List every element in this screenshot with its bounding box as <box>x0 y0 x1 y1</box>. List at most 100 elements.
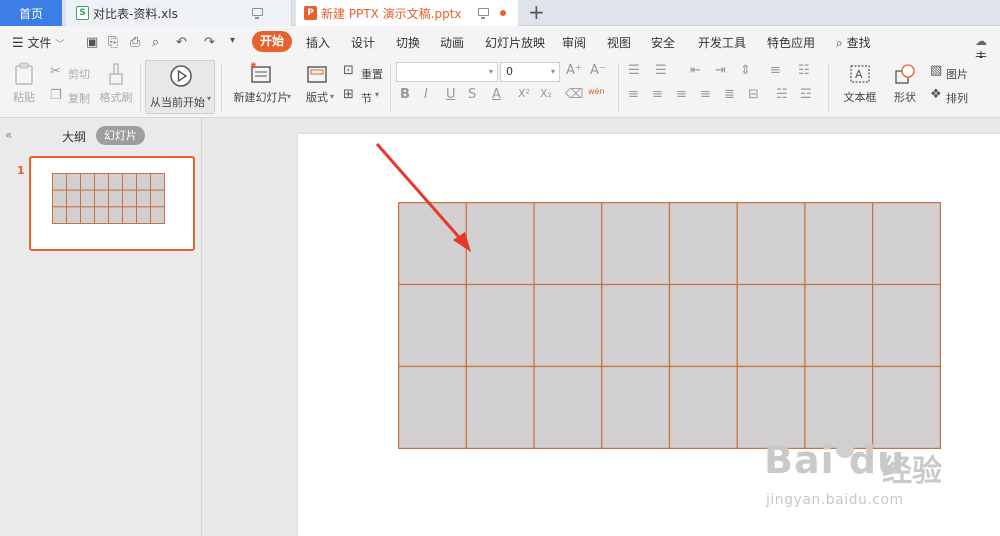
justify-icon[interactable]: ≡ <box>700 87 711 102</box>
table-cell[interactable] <box>533 202 603 286</box>
decrease-indent-icon[interactable]: ⇤ <box>690 63 701 78</box>
picture-button[interactable]: 图片 <box>946 66 968 82</box>
tab-presentation[interactable]: P 新建 PPTX 演示文稿.pptx <box>296 0 518 26</box>
play-from-current-button[interactable]: 从当前开始 ▾ <box>145 60 215 114</box>
table-cell[interactable] <box>398 283 467 368</box>
print-icon[interactable]: ⎙ <box>130 35 140 50</box>
table-cell[interactable] <box>150 206 165 224</box>
menu-design[interactable]: 设计 <box>351 34 375 51</box>
subscript-icon[interactable]: X₂ <box>540 87 552 100</box>
align-center-icon[interactable]: ≡ <box>652 87 663 102</box>
print-preview-icon[interactable]: ⌕ <box>152 35 159 50</box>
font-size-select[interactable]: 0 ▾ <box>500 62 560 82</box>
new-tab-button[interactable]: + <box>528 1 545 23</box>
table-cell[interactable] <box>80 173 95 191</box>
save-icon[interactable]: ▣ <box>86 35 98 50</box>
table-cell[interactable] <box>66 189 81 208</box>
bullet-list-icon[interactable]: ☰ <box>628 63 640 78</box>
section-button[interactable]: 节 <box>361 90 372 106</box>
monitor-icon[interactable] <box>478 8 489 19</box>
table-cell[interactable] <box>533 365 603 449</box>
menu-start[interactable]: 开始 <box>252 31 292 52</box>
table-cell[interactable] <box>136 206 151 224</box>
format-painter-button[interactable]: 格式刷 <box>98 62 134 105</box>
table-cell[interactable] <box>668 202 738 286</box>
table-cell[interactable] <box>94 173 109 191</box>
tab-spreadsheet[interactable]: S 对比表-资料.xls <box>66 0 292 26</box>
table-cell[interactable] <box>80 189 95 208</box>
menu-insert[interactable]: 插入 <box>306 34 330 51</box>
table-cell[interactable] <box>872 283 941 368</box>
table-cell[interactable] <box>122 173 137 191</box>
eraser-icon[interactable]: ⌫ <box>565 87 583 102</box>
table-cell[interactable] <box>872 202 941 286</box>
copy-button[interactable]: 复制 <box>68 90 90 106</box>
columns-icon[interactable]: ☷ <box>798 63 810 78</box>
table-cell[interactable] <box>150 189 165 208</box>
vertical-align-icon[interactable]: ⊟ <box>748 87 759 102</box>
shadow-icon[interactable]: S <box>468 87 476 102</box>
redo-icon[interactable]: ↷ <box>204 35 215 50</box>
table-cell[interactable] <box>108 173 123 191</box>
table-cell[interactable] <box>150 173 165 191</box>
table-cell[interactable] <box>80 206 95 224</box>
new-slide-button[interactable]: ✱ 新建幻灯片 <box>228 61 294 105</box>
table-cell[interactable] <box>94 189 109 208</box>
smart-art-icon[interactable]: ☵ <box>776 87 788 102</box>
paste-button[interactable]: 粘贴 <box>10 62 38 105</box>
reset-button[interactable]: 重置 <box>361 66 383 82</box>
table-cell[interactable] <box>52 206 67 224</box>
customize-dropdown-icon[interactable]: ▾ <box>230 35 235 46</box>
table-cell[interactable] <box>804 283 874 368</box>
table-cell[interactable] <box>136 173 151 191</box>
table-cell[interactable] <box>804 202 874 286</box>
table-cell[interactable] <box>136 189 151 208</box>
file-menu[interactable]: ☰ 文件 ﹀ <box>12 34 64 51</box>
font-name-select[interactable]: ▾ <box>396 62 498 82</box>
menu-slideshow[interactable]: 幻灯片放映 <box>485 34 545 51</box>
layout-button[interactable]: 版式 <box>302 62 332 105</box>
export-icon[interactable]: ⎘ <box>108 35 118 50</box>
menu-animation[interactable]: 动画 <box>440 34 464 51</box>
align-right-icon[interactable]: ≡ <box>676 87 687 102</box>
font-color-icon[interactable]: A <box>492 87 501 102</box>
line-spacing-icon[interactable]: ≡ <box>770 63 781 78</box>
table-cell[interactable] <box>533 283 603 368</box>
underline-icon[interactable]: U <box>446 87 456 102</box>
table-cell[interactable] <box>66 173 81 191</box>
table-cell[interactable] <box>52 173 67 191</box>
phonetic-guide-icon[interactable]: wén <box>588 87 605 96</box>
table-cell[interactable] <box>108 189 123 208</box>
decrease-font-icon[interactable]: A⁻ <box>590 63 606 78</box>
tab-slides[interactable]: 幻灯片 <box>96 126 145 145</box>
cut-button[interactable]: 剪切 <box>68 66 90 82</box>
tab-home[interactable]: 首页 <box>0 0 62 26</box>
table-cell[interactable] <box>736 283 806 368</box>
slide-thumbnail[interactable] <box>29 156 195 251</box>
menu-security[interactable]: 安全 <box>651 34 675 51</box>
table-cell[interactable] <box>66 206 81 224</box>
italic-icon[interactable]: I <box>424 87 428 102</box>
table-cell[interactable] <box>668 365 738 449</box>
search-button[interactable]: ⌕ 查找 <box>836 34 871 51</box>
menu-features[interactable]: 特色应用 <box>767 34 815 51</box>
table-cell[interactable] <box>465 365 535 449</box>
table-cell[interactable] <box>122 206 137 224</box>
undo-icon[interactable]: ↶ <box>176 35 187 50</box>
table-cell[interactable] <box>465 283 535 368</box>
text-direction-icon[interactable]: ⇕ <box>740 63 751 78</box>
table-cell[interactable] <box>108 206 123 224</box>
convert-icon[interactable]: ☲ <box>800 87 812 102</box>
shape-button[interactable]: 形状 <box>888 62 922 105</box>
increase-indent-icon[interactable]: ⇥ <box>715 63 726 78</box>
table-cell[interactable] <box>601 283 671 368</box>
menu-view[interactable]: 视图 <box>607 34 631 51</box>
tab-outline[interactable]: 大纲 <box>62 128 86 145</box>
arrange-button[interactable]: 排列 <box>946 90 968 106</box>
table-cell[interactable] <box>398 365 467 449</box>
increase-font-icon[interactable]: A⁺ <box>566 63 582 78</box>
menu-review[interactable]: 审阅 <box>562 34 586 51</box>
table-cell[interactable] <box>122 189 137 208</box>
menu-transition[interactable]: 切换 <box>396 34 420 51</box>
table-cell[interactable] <box>94 206 109 224</box>
